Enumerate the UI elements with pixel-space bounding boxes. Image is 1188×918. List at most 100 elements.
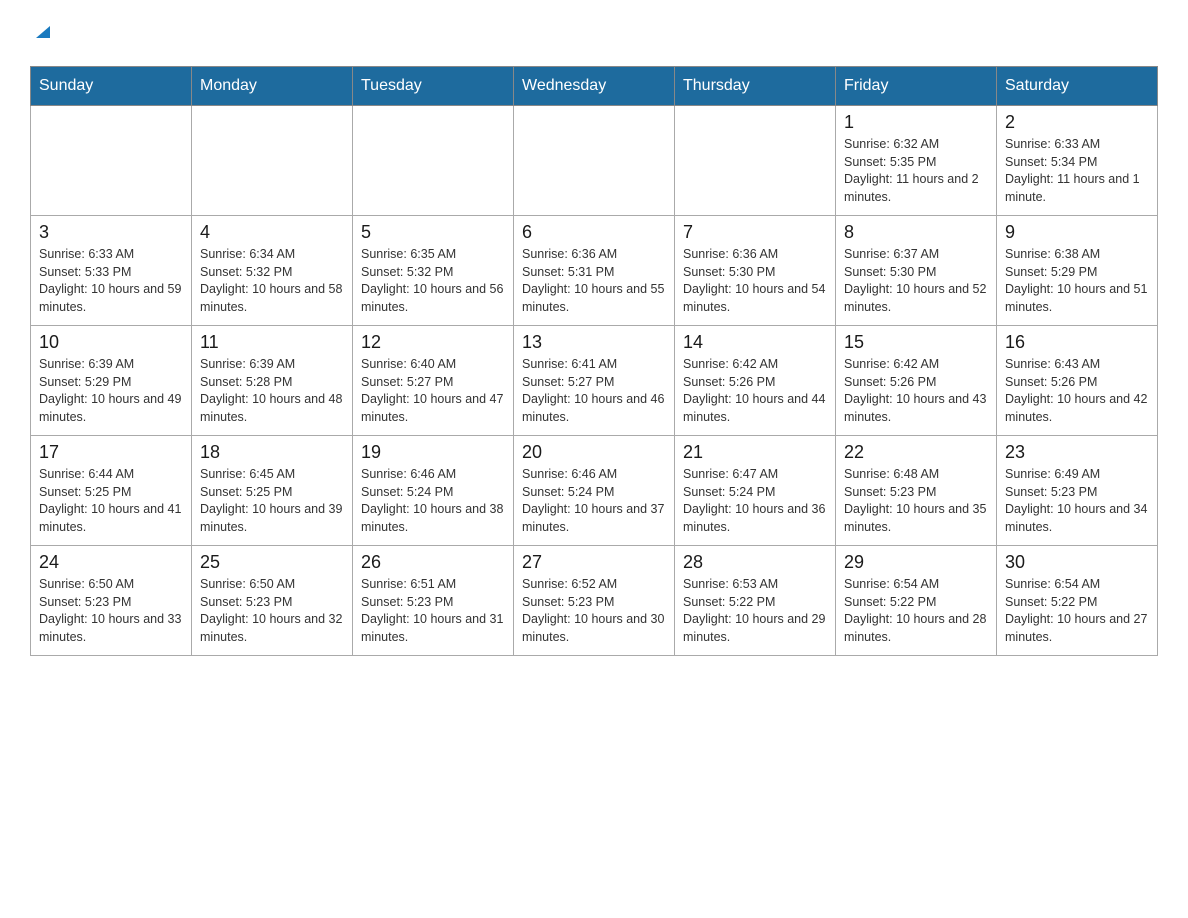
- day-info: Sunrise: 6:38 AM Sunset: 5:29 PM Dayligh…: [1005, 246, 1149, 316]
- calendar-cell: 22Sunrise: 6:48 AM Sunset: 5:23 PM Dayli…: [836, 436, 997, 546]
- calendar-cell: 13 Sunrise: 6:41 AM Sunset: 5:27 PM Dayli…: [514, 326, 675, 436]
- day-number: 4: [200, 222, 344, 243]
- day-number: 20: [522, 442, 666, 463]
- day-number: 19: [361, 442, 505, 463]
- day-number: 17: [39, 442, 183, 463]
- day-number: 26: [361, 552, 505, 573]
- weekday-header-saturday: Saturday: [997, 67, 1158, 106]
- calendar-cell: 18 Sunrise: 6:45 AM Sunset: 5:25 PM Dayli…: [192, 436, 353, 546]
- day-number: 2: [1005, 112, 1149, 133]
- day-number: 9: [1005, 222, 1149, 243]
- day-info: Sunrise: 6:45 AM Sunset: 5:25 PM Dayligh…: [200, 466, 344, 536]
- week-row-3: 10 Sunrise: 6:39 AM Sunset: 5:29 PM Dayli…: [31, 326, 1158, 436]
- day-info: Sunrise: 6:33 AM Sunset: 5:34 PM Dayligh…: [1005, 136, 1149, 206]
- day-number: 8: [844, 222, 988, 243]
- day-info: Sunrise: 6:47 AM Sunset: 5:24 PM Dayligh…: [683, 466, 827, 536]
- logo: [30, 20, 54, 46]
- calendar-cell: [353, 106, 514, 216]
- day-info: Sunrise: 6:37 AM Sunset: 5:30 PM Dayligh…: [844, 246, 988, 316]
- day-info: Sunrise: 6:46 AM Sunset: 5:24 PM Dayligh…: [361, 466, 505, 536]
- weekday-header-row: SundayMondayTuesdayWednesdayThursdayFrid…: [31, 67, 1158, 106]
- day-info: Sunrise: 6:40 AM Sunset: 5:27 PM Dayligh…: [361, 356, 505, 426]
- calendar-cell: 24 Sunrise: 6:50 AM Sunset: 5:23 PM Dayli…: [31, 546, 192, 656]
- calendar-cell: 27 Sunrise: 6:52 AM Sunset: 5:23 PM Dayli…: [514, 546, 675, 656]
- calendar-cell: 17 Sunrise: 6:44 AM Sunset: 5:25 PM Dayli…: [31, 436, 192, 546]
- calendar-cell: [514, 106, 675, 216]
- day-info: Sunrise: 6:43 AM Sunset: 5:26 PM Dayligh…: [1005, 356, 1149, 426]
- day-number: 13: [522, 332, 666, 353]
- day-info: Sunrise: 6:33 AM Sunset: 5:33 PM Dayligh…: [39, 246, 183, 316]
- calendar-cell: 15Sunrise: 6:42 AM Sunset: 5:26 PM Dayli…: [836, 326, 997, 436]
- day-info: Sunrise: 6:50 AM Sunset: 5:23 PM Dayligh…: [39, 576, 183, 646]
- day-number: 30: [1005, 552, 1149, 573]
- day-number: 27: [522, 552, 666, 573]
- day-info: Sunrise: 6:39 AM Sunset: 5:28 PM Dayligh…: [200, 356, 344, 426]
- calendar-cell: 19 Sunrise: 6:46 AM Sunset: 5:24 PM Dayli…: [353, 436, 514, 546]
- day-number: 11: [200, 332, 344, 353]
- calendar-cell: 28 Sunrise: 6:53 AM Sunset: 5:22 PM Dayli…: [675, 546, 836, 656]
- calendar-cell: 9 Sunrise: 6:38 AM Sunset: 5:29 PM Daylig…: [997, 216, 1158, 326]
- weekday-header-monday: Monday: [192, 67, 353, 106]
- calendar-cell: 26 Sunrise: 6:51 AM Sunset: 5:23 PM Dayli…: [353, 546, 514, 656]
- day-number: 14: [683, 332, 827, 353]
- calendar-cell: 5Sunrise: 6:35 AM Sunset: 5:32 PM Daylig…: [353, 216, 514, 326]
- day-number: 1: [844, 112, 988, 133]
- day-info: Sunrise: 6:36 AM Sunset: 5:30 PM Dayligh…: [683, 246, 827, 316]
- day-info: Sunrise: 6:41 AM Sunset: 5:27 PM Dayligh…: [522, 356, 666, 426]
- day-info: Sunrise: 6:39 AM Sunset: 5:29 PM Dayligh…: [39, 356, 183, 426]
- day-number: 6: [522, 222, 666, 243]
- calendar-cell: 4 Sunrise: 6:34 AM Sunset: 5:32 PM Daylig…: [192, 216, 353, 326]
- week-row-1: 1Sunrise: 6:32 AM Sunset: 5:35 PM Daylig…: [31, 106, 1158, 216]
- day-info: Sunrise: 6:52 AM Sunset: 5:23 PM Dayligh…: [522, 576, 666, 646]
- calendar-cell: 14 Sunrise: 6:42 AM Sunset: 5:26 PM Dayli…: [675, 326, 836, 436]
- logo-icon: [32, 20, 54, 46]
- day-number: 15: [844, 332, 988, 353]
- day-info: Sunrise: 6:44 AM Sunset: 5:25 PM Dayligh…: [39, 466, 183, 536]
- calendar-cell: 29Sunrise: 6:54 AM Sunset: 5:22 PM Dayli…: [836, 546, 997, 656]
- day-info: Sunrise: 6:46 AM Sunset: 5:24 PM Dayligh…: [522, 466, 666, 536]
- day-info: Sunrise: 6:36 AM Sunset: 5:31 PM Dayligh…: [522, 246, 666, 316]
- day-number: 5: [361, 222, 505, 243]
- day-number: 21: [683, 442, 827, 463]
- calendar-cell: 12 Sunrise: 6:40 AM Sunset: 5:27 PM Dayli…: [353, 326, 514, 436]
- calendar-cell: 25Sunrise: 6:50 AM Sunset: 5:23 PM Dayli…: [192, 546, 353, 656]
- day-info: Sunrise: 6:53 AM Sunset: 5:22 PM Dayligh…: [683, 576, 827, 646]
- calendar-cell: 10 Sunrise: 6:39 AM Sunset: 5:29 PM Dayli…: [31, 326, 192, 436]
- day-info: Sunrise: 6:50 AM Sunset: 5:23 PM Dayligh…: [200, 576, 344, 646]
- day-info: Sunrise: 6:49 AM Sunset: 5:23 PM Dayligh…: [1005, 466, 1149, 536]
- day-number: 12: [361, 332, 505, 353]
- calendar-cell: 20 Sunrise: 6:46 AM Sunset: 5:24 PM Dayli…: [514, 436, 675, 546]
- calendar-cell: 3 Sunrise: 6:33 AM Sunset: 5:33 PM Daylig…: [31, 216, 192, 326]
- day-number: 3: [39, 222, 183, 243]
- calendar-cell: 23 Sunrise: 6:49 AM Sunset: 5:23 PM Dayli…: [997, 436, 1158, 546]
- week-row-2: 3 Sunrise: 6:33 AM Sunset: 5:33 PM Daylig…: [31, 216, 1158, 326]
- page-header: [30, 20, 1158, 46]
- day-info: Sunrise: 6:51 AM Sunset: 5:23 PM Dayligh…: [361, 576, 505, 646]
- day-info: Sunrise: 6:48 AM Sunset: 5:23 PM Dayligh…: [844, 466, 988, 536]
- day-number: 29: [844, 552, 988, 573]
- calendar-cell: 16 Sunrise: 6:43 AM Sunset: 5:26 PM Dayli…: [997, 326, 1158, 436]
- week-row-5: 24 Sunrise: 6:50 AM Sunset: 5:23 PM Dayli…: [31, 546, 1158, 656]
- day-number: 18: [200, 442, 344, 463]
- weekday-header-wednesday: Wednesday: [514, 67, 675, 106]
- calendar-cell: 1Sunrise: 6:32 AM Sunset: 5:35 PM Daylig…: [836, 106, 997, 216]
- calendar-cell: 11 Sunrise: 6:39 AM Sunset: 5:28 PM Dayli…: [192, 326, 353, 436]
- day-info: Sunrise: 6:42 AM Sunset: 5:26 PM Dayligh…: [683, 356, 827, 426]
- weekday-header-friday: Friday: [836, 67, 997, 106]
- calendar-cell: 21 Sunrise: 6:47 AM Sunset: 5:24 PM Dayli…: [675, 436, 836, 546]
- day-number: 23: [1005, 442, 1149, 463]
- day-number: 7: [683, 222, 827, 243]
- day-info: Sunrise: 6:34 AM Sunset: 5:32 PM Dayligh…: [200, 246, 344, 316]
- day-number: 28: [683, 552, 827, 573]
- day-number: 16: [1005, 332, 1149, 353]
- week-row-4: 17 Sunrise: 6:44 AM Sunset: 5:25 PM Dayli…: [31, 436, 1158, 546]
- weekday-header-sunday: Sunday: [31, 67, 192, 106]
- calendar-cell: [31, 106, 192, 216]
- weekday-header-thursday: Thursday: [675, 67, 836, 106]
- weekday-header-tuesday: Tuesday: [353, 67, 514, 106]
- calendar-cell: [675, 106, 836, 216]
- calendar-cell: 7 Sunrise: 6:36 AM Sunset: 5:30 PM Daylig…: [675, 216, 836, 326]
- calendar-cell: 2 Sunrise: 6:33 AM Sunset: 5:34 PM Daylig…: [997, 106, 1158, 216]
- day-number: 24: [39, 552, 183, 573]
- day-number: 10: [39, 332, 183, 353]
